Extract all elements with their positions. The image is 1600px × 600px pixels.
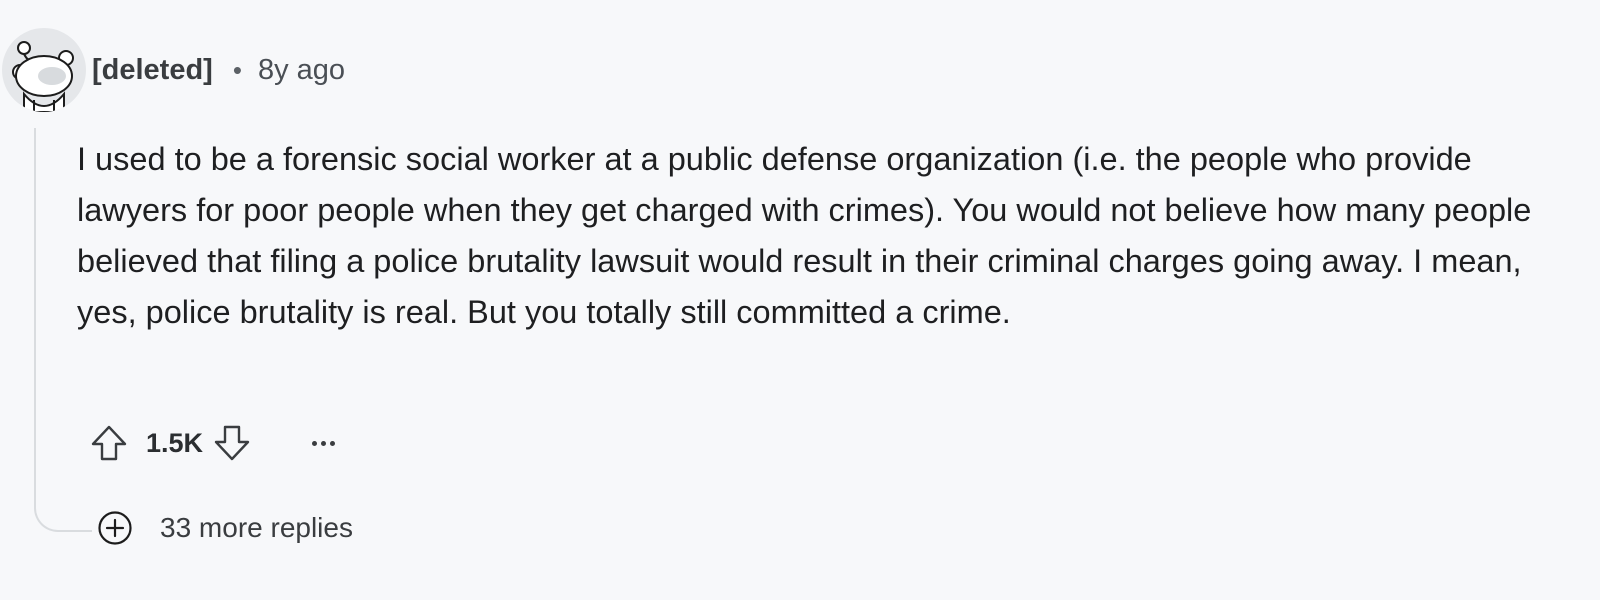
- more-replies-button[interactable]: 33 more replies: [96, 507, 353, 549]
- comment: [deleted] • 8y ago I used to be a forens…: [0, 0, 1600, 600]
- ellipsis-dot: [320, 440, 326, 446]
- plus-circle-icon[interactable]: [96, 509, 134, 547]
- snoo-avatar-icon[interactable]: [2, 28, 86, 112]
- author-username[interactable]: [deleted]: [92, 54, 213, 87]
- vote-score: 1.5K: [146, 427, 204, 458]
- upvote-arrow-icon[interactable]: [86, 420, 132, 466]
- meta-separator: •: [232, 54, 242, 85]
- ellipsis-dot: [329, 440, 335, 446]
- comment-body: I used to be a forensic social worker at…: [77, 141, 1532, 330]
- ellipsis-dot: [311, 440, 317, 446]
- ellipsis-icon[interactable]: [303, 423, 343, 463]
- comment-header: [deleted] • 8y ago: [92, 50, 345, 90]
- downvote-arrow-icon[interactable]: [209, 420, 255, 466]
- more-replies-label[interactable]: 33 more replies: [160, 512, 353, 544]
- action-bar: 1.5K: [86, 420, 343, 466]
- timestamp[interactable]: 8y ago: [258, 54, 345, 87]
